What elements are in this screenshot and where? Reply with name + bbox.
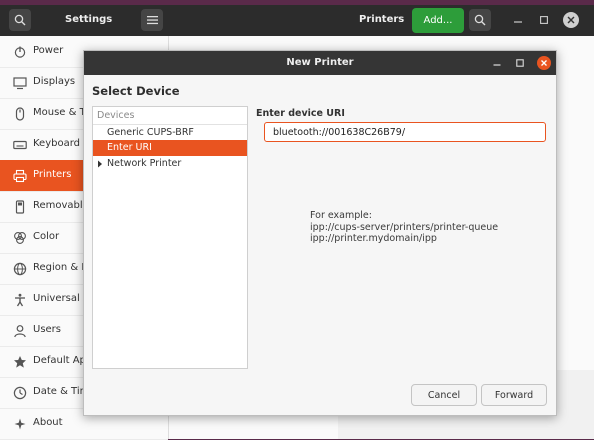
expander-arrow-icon[interactable] — [97, 160, 103, 168]
dialog-maximize-button[interactable] — [513, 56, 527, 70]
sidebar-item-label: Default Ap — [33, 355, 86, 366]
forward-button[interactable]: Forward — [481, 384, 547, 406]
removable-media-icon — [13, 200, 27, 214]
device-item-enter-uri[interactable]: Enter URI — [93, 140, 247, 156]
search-button[interactable] — [9, 9, 31, 31]
sidebar-item-label: Removable — [33, 200, 89, 211]
mouse-icon — [13, 107, 27, 121]
device-item-generic-cups-brf[interactable]: Generic CUPS-BRF — [93, 125, 247, 141]
star-icon — [13, 355, 27, 369]
users-icon — [13, 324, 27, 338]
close-icon — [540, 59, 548, 67]
clock-icon — [13, 386, 27, 400]
dialog-title: New Printer — [286, 57, 354, 68]
minimize-button[interactable] — [511, 13, 525, 27]
select-device-heading: Select Device — [92, 84, 180, 98]
devices-header-label: Devices — [97, 110, 135, 121]
plus-icon — [13, 417, 27, 431]
dialog-close-button[interactable] — [537, 56, 551, 70]
sidebar-item-label: Printers — [33, 169, 72, 180]
search-icon — [14, 14, 26, 26]
sidebar-item-label: Universal A — [33, 293, 90, 304]
example-line: For example: — [310, 210, 372, 221]
uri-label: Enter device URI — [256, 108, 345, 119]
search-icon — [474, 14, 486, 26]
minimize-icon — [514, 16, 522, 24]
example-line: ipp://printer.mydomain/ipp — [310, 233, 437, 244]
sidebar-item-label: Power — [33, 45, 64, 56]
sidebar-item-label: About — [33, 417, 63, 428]
accessibility-icon — [13, 293, 27, 307]
close-icon — [567, 16, 575, 24]
device-item-label: Enter URI — [107, 142, 152, 153]
dialog-titlebar: New Printer — [84, 51, 556, 75]
sidebar-item-label: Keyboard S — [33, 138, 90, 149]
add-printer-button[interactable]: Add... — [412, 8, 464, 33]
dialog-minimize-button[interactable] — [490, 56, 504, 70]
device-item-label: Generic CUPS-BRF — [107, 127, 194, 138]
settings-titlebar: Settings Printers Add... — [0, 5, 594, 36]
maximize-icon — [516, 59, 524, 67]
settings-title: Settings — [65, 14, 113, 25]
hamburger-icon — [146, 15, 158, 25]
maximize-icon — [540, 16, 548, 24]
device-uri-input[interactable] — [264, 122, 546, 142]
sidebar-item-label: Users — [33, 324, 62, 335]
device-item-network-printer[interactable]: Network Printer — [93, 156, 247, 172]
color-icon — [13, 231, 27, 245]
keyboard-icon — [13, 138, 27, 152]
device-item-label: Network Printer — [107, 158, 182, 169]
close-button[interactable] — [563, 12, 579, 28]
sidebar-item-label: Date & Tim — [33, 386, 90, 397]
device-list: Devices Generic CUPS-BRF Enter URI Netwo… — [92, 106, 248, 369]
printer-icon — [13, 169, 27, 183]
display-icon — [13, 76, 27, 90]
printer-search-button[interactable] — [469, 9, 491, 31]
devices-column-header: Devices — [93, 107, 247, 125]
new-printer-dialog: New Printer Select Device Devices Generi… — [83, 50, 557, 416]
example-line: ipp://cups-server/printers/printer-queue — [310, 221, 499, 233]
sidebar-item-label: Color — [33, 231, 60, 242]
region-icon — [13, 262, 27, 276]
power-icon — [13, 45, 27, 59]
cancel-button[interactable]: Cancel — [411, 384, 477, 406]
sidebar-item-label: Mouse & To — [33, 107, 91, 118]
menu-button[interactable] — [141, 9, 163, 31]
maximize-button[interactable] — [537, 13, 551, 27]
uri-example-text: For example: ipp://cups-server/printers/… — [310, 210, 498, 245]
printers-page-title: Printers — [359, 14, 405, 25]
minimize-icon — [493, 59, 501, 67]
sidebar-item-label: Displays — [33, 76, 76, 87]
